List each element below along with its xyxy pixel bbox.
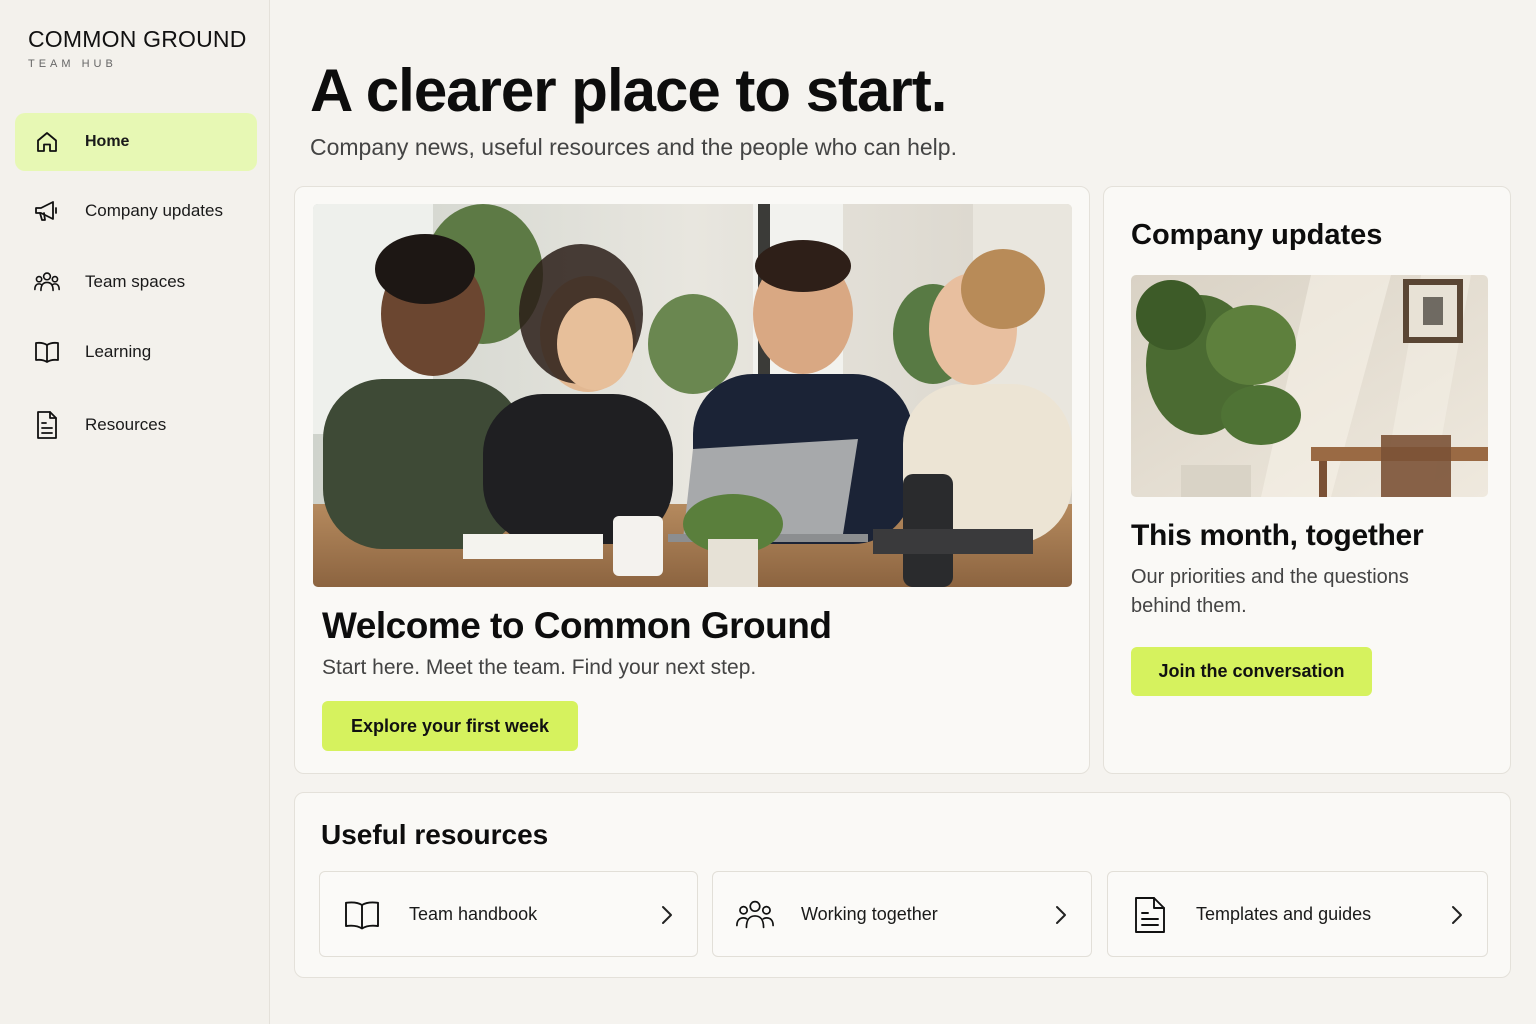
sidebar-item-label: Resources: [85, 415, 167, 434]
updates-headline: This month, together: [1131, 519, 1424, 552]
document-icon: [33, 411, 61, 439]
sidebar-item-label: Company updates: [85, 201, 223, 220]
welcome-title: Welcome to Common Ground: [322, 605, 832, 646]
sidebar-item-learning[interactable]: Learning: [15, 323, 257, 381]
sidebar-item-home[interactable]: Home: [15, 113, 257, 171]
sidebar-item-resources[interactable]: Resources: [15, 396, 257, 454]
resource-label: Team handbook: [409, 903, 538, 924]
book-icon: [342, 896, 382, 934]
team-meeting-photo: [313, 204, 1072, 587]
resource-label: Working together: [801, 903, 938, 924]
sidebar-item-label: Learning: [85, 342, 152, 361]
chevron-right-icon: [1449, 903, 1465, 927]
brand-name: COMMON GROUND: [28, 26, 247, 52]
explore-first-week-button[interactable]: Explore your first week: [322, 701, 578, 751]
page-subtitle: Company news, useful resources and the p…: [310, 134, 957, 160]
useful-resources-title: Useful resources: [321, 819, 549, 850]
chevron-right-icon: [659, 903, 675, 927]
company-updates-title: Company updates: [1131, 219, 1383, 251]
resource-item-templates-and-guides[interactable]: Templates and guides: [1107, 871, 1488, 957]
sidebar-item-company-updates[interactable]: Company updates: [15, 182, 257, 240]
resource-label: Templates and guides: [1196, 903, 1372, 924]
join-conversation-button[interactable]: Join the conversation: [1131, 647, 1372, 696]
megaphone-icon: [33, 197, 61, 225]
sidebar-item-team-spaces[interactable]: Team spaces: [15, 253, 257, 311]
brand-subtitle: TEAM HUB: [28, 58, 117, 70]
home-icon: [33, 128, 61, 156]
company-updates-card: Company updates This month, together Our…: [1103, 186, 1511, 774]
people-icon: [735, 896, 775, 934]
resource-item-working-together[interactable]: Working together: [712, 871, 1092, 957]
sidebar: COMMON GROUND TEAM HUB Home Company upda…: [0, 0, 270, 1024]
people-icon: [33, 268, 61, 296]
welcome-subtitle: Start here. Meet the team. Find your nex…: [322, 656, 757, 679]
welcome-card: Welcome to Common Ground Start here. Mee…: [294, 186, 1090, 774]
updates-description: Our priorities and the questions behind …: [1131, 566, 1409, 617]
useful-resources-card: Useful resources Team handbook Working t…: [294, 792, 1511, 978]
chevron-right-icon: [1053, 903, 1069, 927]
document-icon: [1130, 896, 1170, 934]
sidebar-item-label: Team spaces: [85, 272, 186, 291]
page-title: A clearer place to start.: [310, 57, 947, 124]
sidebar-item-label: Home: [85, 133, 130, 150]
book-icon: [33, 338, 61, 366]
resource-item-team-handbook[interactable]: Team handbook: [319, 871, 698, 957]
office-plant-photo: [1131, 275, 1488, 497]
